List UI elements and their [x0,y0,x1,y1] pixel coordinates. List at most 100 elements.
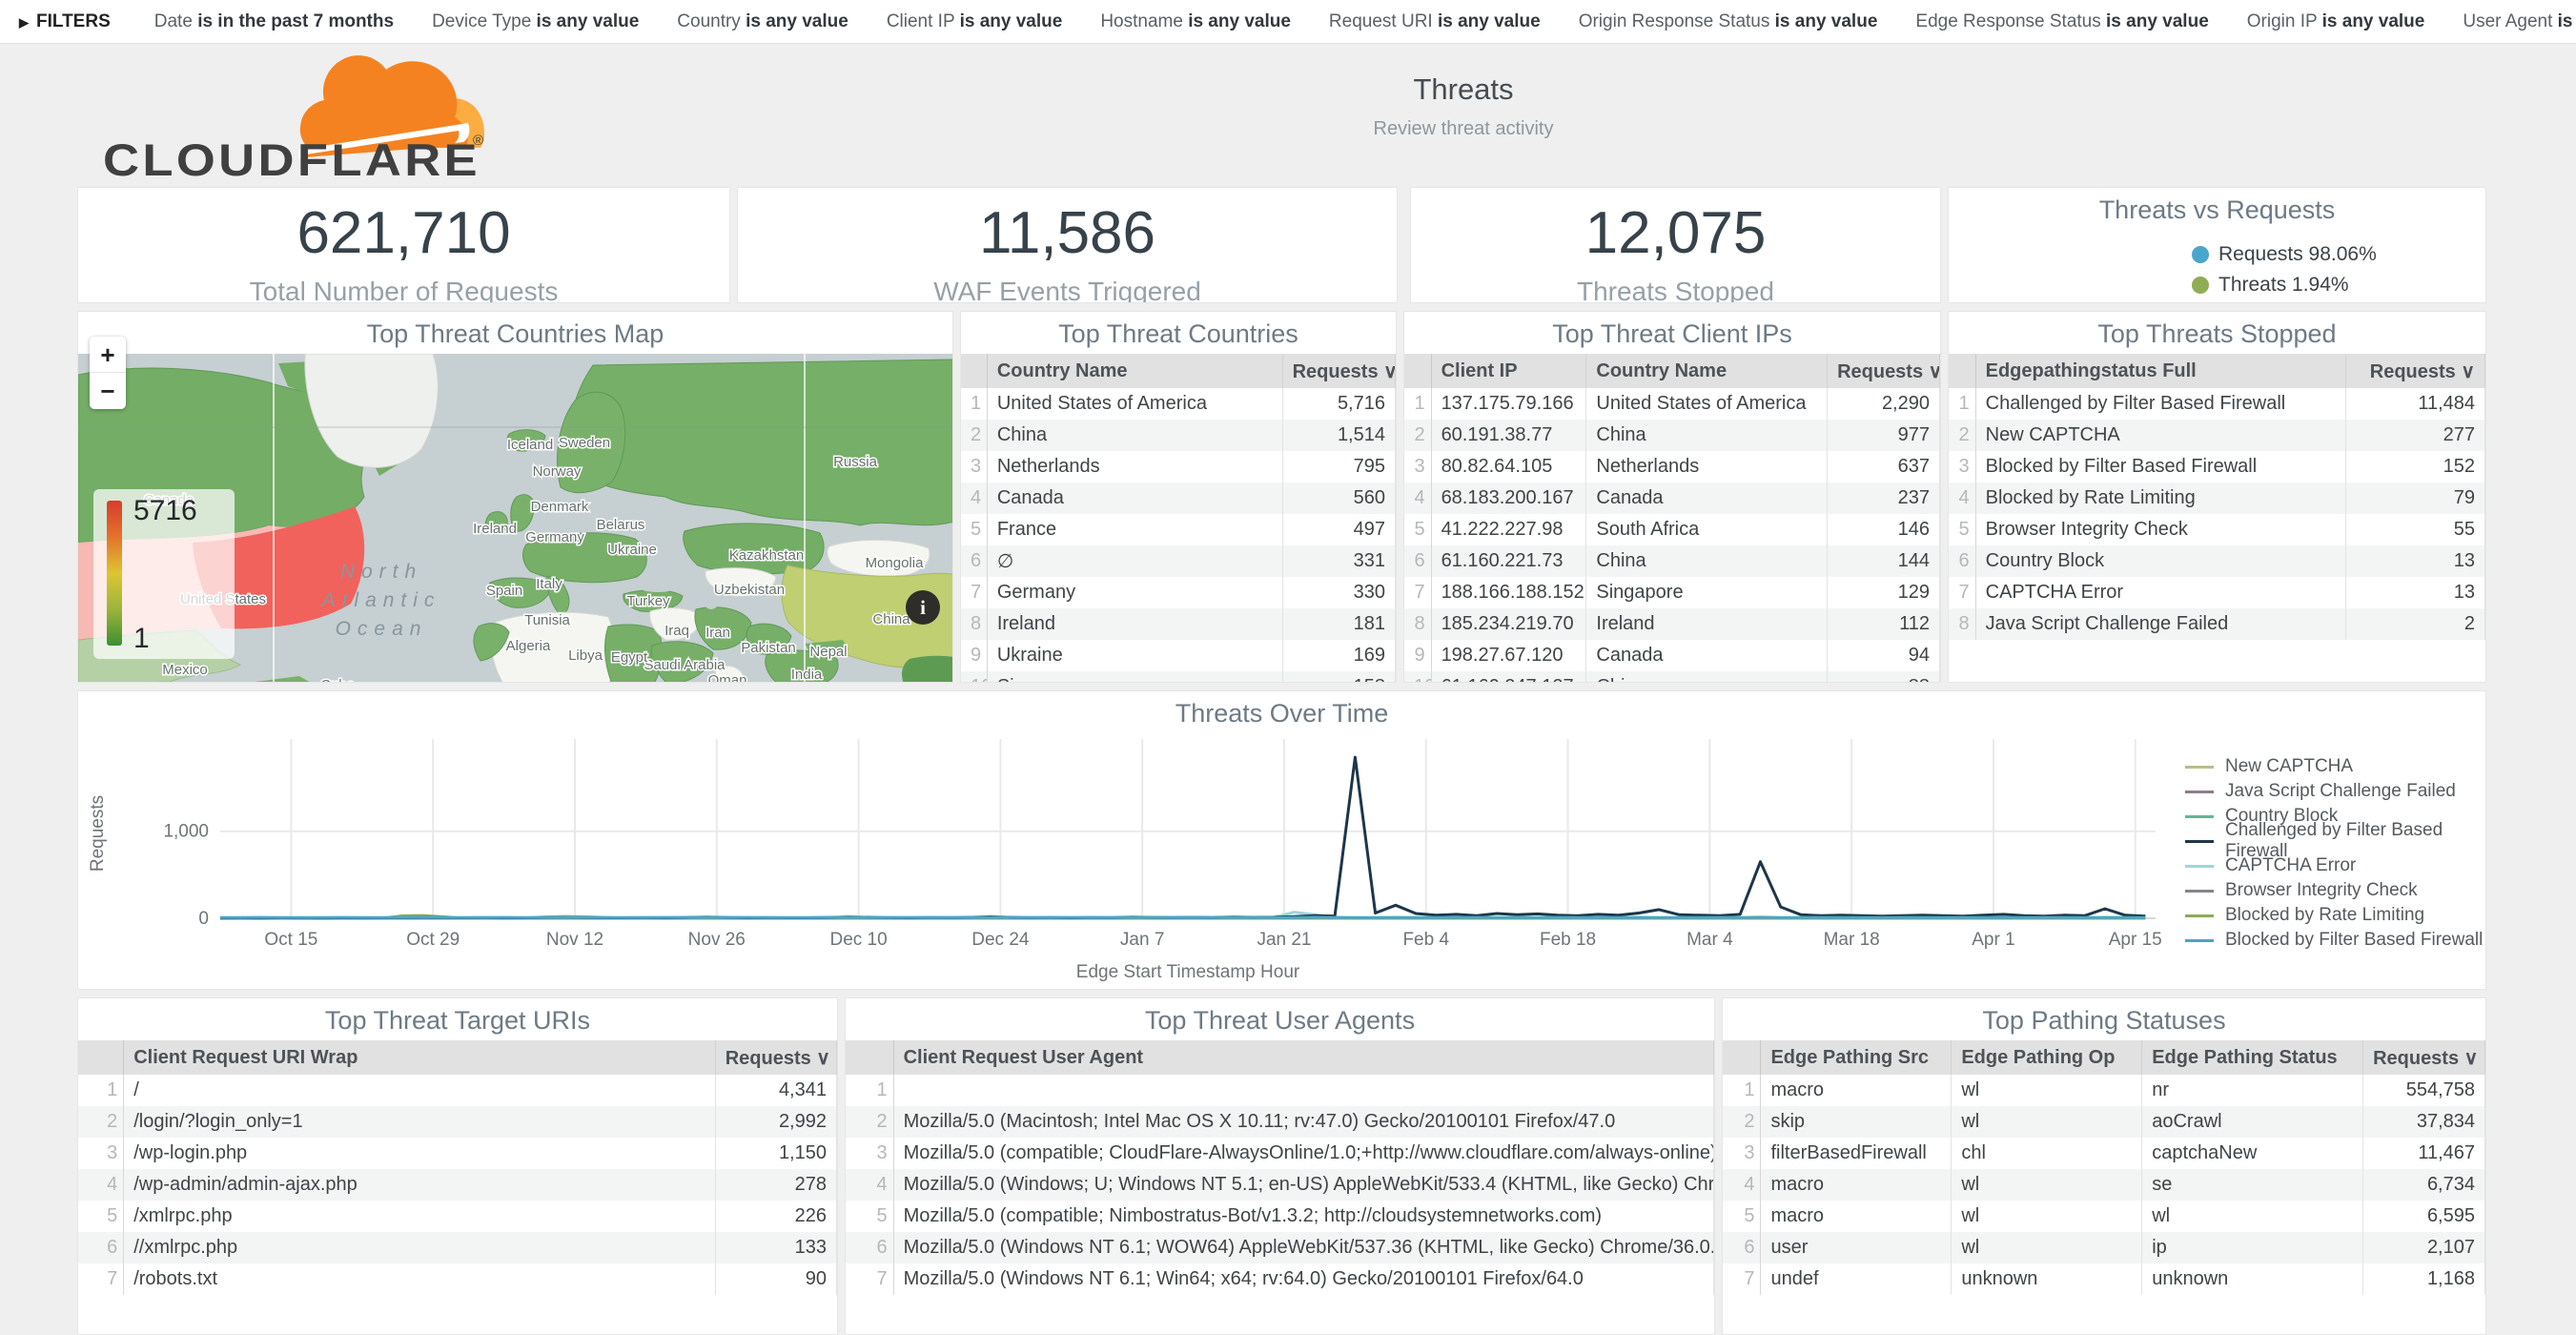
top-threat-target-uris-table[interactable]: Client Request URI WrapRequests ∨1/4,341… [78,1040,837,1295]
table-row[interactable]: 2/login/?login_only=12,992 [78,1106,837,1138]
filters-toggle[interactable]: ▶FILTERS [19,11,111,32]
legend-item[interactable]: Challenged by Filter Based Firewall [2185,829,2485,853]
top-threat-user-agents-table[interactable]: Client Request User Agent12Mozilla/5.0 (… [846,1040,1714,1295]
legend-item[interactable]: Blocked by Filter Based Firewall [2185,928,2485,953]
legend-item[interactable]: Requests 98.06% [2192,243,2377,266]
legend-item[interactable]: Threats 1.94% [2192,274,2377,297]
legend-item[interactable]: Java Script Challenge Failed [2185,779,2485,804]
column-header[interactable] [78,1040,124,1075]
column-header[interactable]: Edgepathingstatus Full [1975,354,2345,388]
table-row[interactable]: 8185.234.219.70Ireland112 [1404,608,1940,640]
table-row[interactable]: 7Mozilla/5.0 (Windows NT 6.1; Win64; x64… [846,1263,1714,1295]
column-header[interactable]: Requests ∨ [715,1040,836,1075]
filter-item[interactable]: User Agent is any value [2463,11,2576,31]
table-row[interactable]: 2New CAPTCHA277 [1949,420,2485,451]
column-header[interactable]: Edge Pathing Op [1952,1040,2142,1075]
table-row[interactable]: 9198.27.67.120Canada94 [1404,640,1940,671]
top-threats-stopped-table[interactable]: Edgepathingstatus FullRequests ∨1Challen… [1949,354,2485,640]
table-row[interactable]: 7undefunknownunknown1,168 [1723,1263,2485,1295]
column-header[interactable] [1949,354,1975,388]
table-row[interactable]: 10Singapore158 [961,671,1396,683]
filter-item[interactable]: Client IP is any value [887,11,1062,31]
column-header[interactable]: Client IP [1431,354,1586,388]
table-row[interactable]: 1/4,341 [78,1075,837,1106]
column-header[interactable]: Client Request User Agent [893,1040,1713,1075]
table-row[interactable]: 2skipwlaoCrawl37,834 [1723,1106,2485,1138]
column-header[interactable] [1723,1040,1761,1075]
table-row[interactable]: 1Challenged by Filter Based Firewall11,4… [1949,388,2485,420]
filter-item[interactable]: Origin IP is any value [2247,11,2425,31]
map-info-icon[interactable]: i [906,590,940,625]
column-header[interactable]: Requests ∨ [1828,354,1940,388]
table-row[interactable]: 1061.160.247.127China88 [1404,671,1940,683]
table-row[interactable]: 5Browser Integrity Check55 [1949,514,2485,545]
table-row[interactable]: 7/robots.txt90 [78,1263,837,1295]
map-zoom-control: + − [90,337,126,409]
table-row[interactable]: 541.222.227.98South Africa146 [1404,514,1940,545]
filter-item[interactable]: Hostname is any value [1100,11,1291,31]
table-row[interactable]: 1137.175.79.166United States of America2… [1404,388,1940,420]
table-row[interactable]: 4/wp-admin/admin-ajax.php278 [78,1169,837,1201]
column-header[interactable] [1404,354,1431,388]
table-row[interactable]: 661.160.221.73China144 [1404,545,1940,577]
column-header[interactable]: Client Request URI Wrap [124,1040,716,1075]
table-row[interactable]: 260.191.38.77China977 [1404,420,1940,451]
column-header[interactable]: Edge Pathing Status [2142,1040,2363,1075]
table-row[interactable]: 3Netherlands795 [961,451,1396,483]
table-row[interactable]: 6∅331 [961,545,1396,577]
map-zoom-in-button[interactable]: + [90,337,126,373]
column-header[interactable]: Requests ∨ [2345,354,2484,388]
table-row[interactable]: 1United States of America5,716 [961,388,1396,420]
table-row[interactable]: 9Ukraine169 [961,640,1396,671]
legend-item[interactable]: Blocked by Rate Limiting [2185,903,2485,928]
filter-item[interactable]: Request URI is any value [1329,11,1541,31]
table-header-row: Edgepathingstatus FullRequests ∨ [1949,354,2485,388]
table-row[interactable]: 3Blocked by Filter Based Firewall152 [1949,451,2485,483]
column-header[interactable]: Requests ∨ [2363,1040,2485,1075]
map-zoom-out-button[interactable]: − [90,373,126,409]
filter-item[interactable]: Date is in the past 7 months [154,11,394,31]
column-header[interactable]: Country Name [987,354,1282,388]
table-row[interactable]: 1 [846,1075,1714,1106]
filter-item[interactable]: Origin Response Status is any value [1579,11,1878,31]
table-row[interactable]: 6Mozilla/5.0 (Windows NT 6.1; WOW64) App… [846,1232,1714,1263]
table-row[interactable]: 6userwlip2,107 [1723,1232,2485,1263]
table-row[interactable]: 2China1,514 [961,420,1396,451]
table-row[interactable]: 8Java Script Challenge Failed2 [1949,608,2485,640]
column-header[interactable] [961,354,987,388]
table-row[interactable]: 3Mozilla/5.0 (compatible; CloudFlare-Alw… [846,1138,1714,1169]
table-row[interactable]: 468.183.200.167Canada237 [1404,483,1940,514]
table-row[interactable]: 6Country Block13 [1949,545,2485,577]
table-row[interactable]: 7188.166.188.152Singapore129 [1404,577,1940,608]
table-row[interactable]: 4macrowlse6,734 [1723,1169,2485,1201]
table-row[interactable]: 6//xmlrpc.php133 [78,1232,837,1263]
table-row[interactable]: 5Mozilla/5.0 (compatible; Nimbostratus-B… [846,1201,1714,1232]
column-header[interactable] [846,1040,893,1075]
table-row[interactable]: 7CAPTCHA Error13 [1949,577,2485,608]
table-row[interactable]: 2Mozilla/5.0 (Macintosh; Intel Mac OS X … [846,1106,1714,1138]
table-row[interactable]: 3filterBasedFirewallchlcaptchaNew11,467 [1723,1138,2485,1169]
table-row[interactable]: 4Mozilla/5.0 (Windows; U; Windows NT 5.1… [846,1169,1714,1201]
column-header[interactable]: Requests ∨ [1282,354,1395,388]
column-header[interactable]: Country Name [1586,354,1828,388]
table-row[interactable]: 7Germany330 [961,577,1396,608]
table-row[interactable]: 380.82.64.105Netherlands637 [1404,451,1940,483]
top-threat-client-ips-table[interactable]: Client IPCountry NameRequests ∨1137.175.… [1404,354,1940,683]
filter-item[interactable]: Device Type is any value [432,11,639,31]
table-row[interactable]: 4Canada560 [961,483,1396,514]
table-row[interactable]: 5/xmlrpc.php226 [78,1201,837,1232]
top-pathing-statuses-table[interactable]: Edge Pathing SrcEdge Pathing OpEdge Path… [1723,1040,2485,1295]
column-header[interactable]: Edge Pathing Src [1761,1040,1952,1075]
table-row[interactable]: 5macrowlwl6,595 [1723,1201,2485,1232]
table-row[interactable]: 4Blocked by Rate Limiting79 [1949,483,2485,514]
threats-over-time-chart[interactable]: 01,000RequestsOct 15Oct 29Nov 12Nov 26De… [78,733,2486,990]
table-row[interactable]: 1macrowlnr554,758 [1723,1075,2485,1106]
table-row[interactable]: 3/wp-login.php1,150 [78,1138,837,1169]
legend-item[interactable]: Browser Integrity Check [2185,878,2485,903]
table-row[interactable]: 8Ireland181 [961,608,1396,640]
legend-item[interactable]: New CAPTCHA [2185,754,2485,779]
top-threat-countries-table[interactable]: Country NameRequests ∨1United States of … [961,354,1396,683]
filter-item[interactable]: Edge Response Status is any value [1915,11,2208,31]
filter-item[interactable]: Country is any value [677,11,848,31]
table-row[interactable]: 5France497 [961,514,1396,545]
